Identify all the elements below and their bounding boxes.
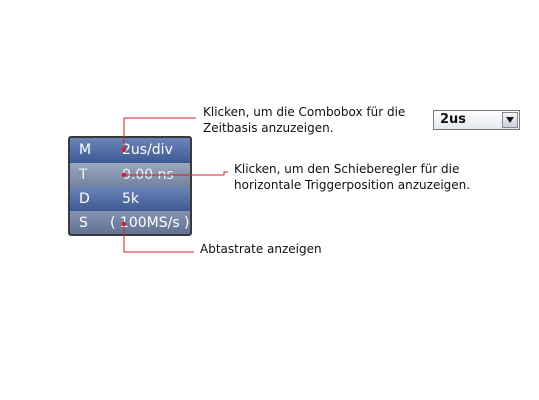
trigger-callout-line1: Klicken, um den Schieberegler für die (234, 162, 460, 176)
timebase-callout-text: Klicken, um die Combobox für die Zeitbas… (203, 104, 405, 136)
trigger-callout-line (124, 171, 228, 176)
trigger-callout-dot (121, 172, 127, 178)
timebase-combobox[interactable]: 2us (433, 110, 520, 130)
samplerate-callout-line1: Abtastrate anzeigen (200, 242, 322, 256)
timebase-callout-line2: Zeitbasis anzuzeigen. (203, 121, 334, 135)
trigger-callout-text: Klicken, um den Schieberegler für die ho… (234, 161, 470, 193)
timebase-callout-line (123, 117, 196, 150)
samplerate-callout-dot (121, 221, 127, 227)
timebase-callout-line1: Klicken, um die Combobox für die (203, 105, 406, 119)
trigger-callout-line2: horizontale Triggerposition anzuzeigen. (234, 178, 471, 192)
timebase-combobox-value: 2us (440, 112, 467, 127)
callout-lines (121, 117, 228, 253)
samplerate-callout-text: Abtastrate anzeigen (200, 241, 322, 257)
timebase-callout-dot (121, 147, 127, 153)
samplerate-callout-line (123, 224, 194, 253)
chevron-down-icon (506, 117, 514, 123)
dropdown-button[interactable] (502, 112, 518, 128)
